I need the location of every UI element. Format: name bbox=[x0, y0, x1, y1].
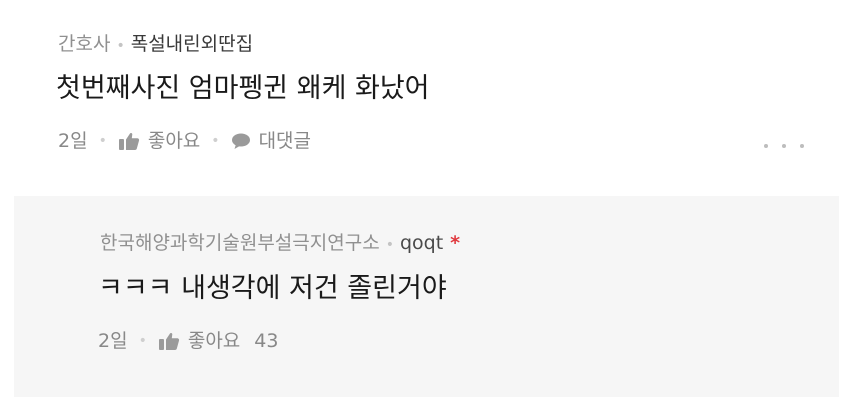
separator-dot: • bbox=[138, 333, 147, 349]
separator-dot: • bbox=[116, 38, 125, 54]
comment: 간호사 • 폭설내린외딴집 첫번째사진 엄마펭귄 왜케 화났어 2일 • 좋아요 • bbox=[0, 0, 867, 196]
comment-thread: 간호사 • 폭설내린외딴집 첫번째사진 엄마펭귄 왜케 화났어 2일 • 좋아요 • bbox=[0, 0, 867, 409]
reply-company[interactable]: qoqt bbox=[400, 232, 443, 254]
comment-time: 2일 bbox=[58, 130, 88, 152]
like-label: 좋아요 bbox=[147, 130, 201, 152]
author-star-marker: * bbox=[450, 232, 461, 254]
thumbs-up-icon bbox=[118, 131, 140, 151]
more-dots-icon[interactable] bbox=[764, 136, 804, 156]
comment-meta: 간호사 • 폭설내린외딴집 bbox=[58, 30, 253, 60]
reply-like-button[interactable]: 좋아요 43 bbox=[158, 326, 279, 356]
reply-comment: 한국해양과학기술원부설극지연구소 • qoqt * ㅋㅋㅋ 내생각에 저건 졸린거야 … bbox=[14, 196, 839, 397]
separator-dot: • bbox=[98, 133, 107, 149]
separator-dot: • bbox=[385, 237, 394, 253]
reply-author[interactable]: 한국해양과학기술원부설극지연구소 bbox=[100, 232, 380, 254]
reply-meta: 한국해양과학기술원부설극지연구소 • qoqt * bbox=[100, 229, 460, 259]
reply-like-count: 43 bbox=[254, 330, 279, 352]
like-button[interactable]: 좋아요 bbox=[118, 126, 200, 156]
comment-company[interactable]: 폭설내린외딴집 bbox=[131, 33, 253, 55]
comment-author[interactable]: 간호사 bbox=[58, 33, 110, 55]
speech-bubble-icon bbox=[231, 132, 251, 150]
reply-actions: 2일 • 좋아요 43 bbox=[98, 326, 278, 356]
separator-dot: • bbox=[211, 133, 220, 149]
more-dot bbox=[764, 144, 768, 148]
more-dot bbox=[800, 144, 804, 148]
reply-label: 대댓글 bbox=[258, 130, 312, 152]
reply-time: 2일 bbox=[98, 330, 128, 352]
more-dot bbox=[782, 144, 786, 148]
reply-like-label: 좋아요 bbox=[187, 330, 241, 352]
reply-button[interactable]: 대댓글 bbox=[231, 126, 311, 156]
reply-text: ㅋㅋㅋ 내생각에 저건 졸린거야 bbox=[98, 273, 447, 304]
comment-text: 첫번째사진 엄마펭귄 왜케 화났어 bbox=[56, 73, 430, 104]
comment-actions: 2일 • 좋아요 • 대댓글 bbox=[58, 126, 311, 156]
thumbs-up-icon bbox=[158, 331, 180, 351]
